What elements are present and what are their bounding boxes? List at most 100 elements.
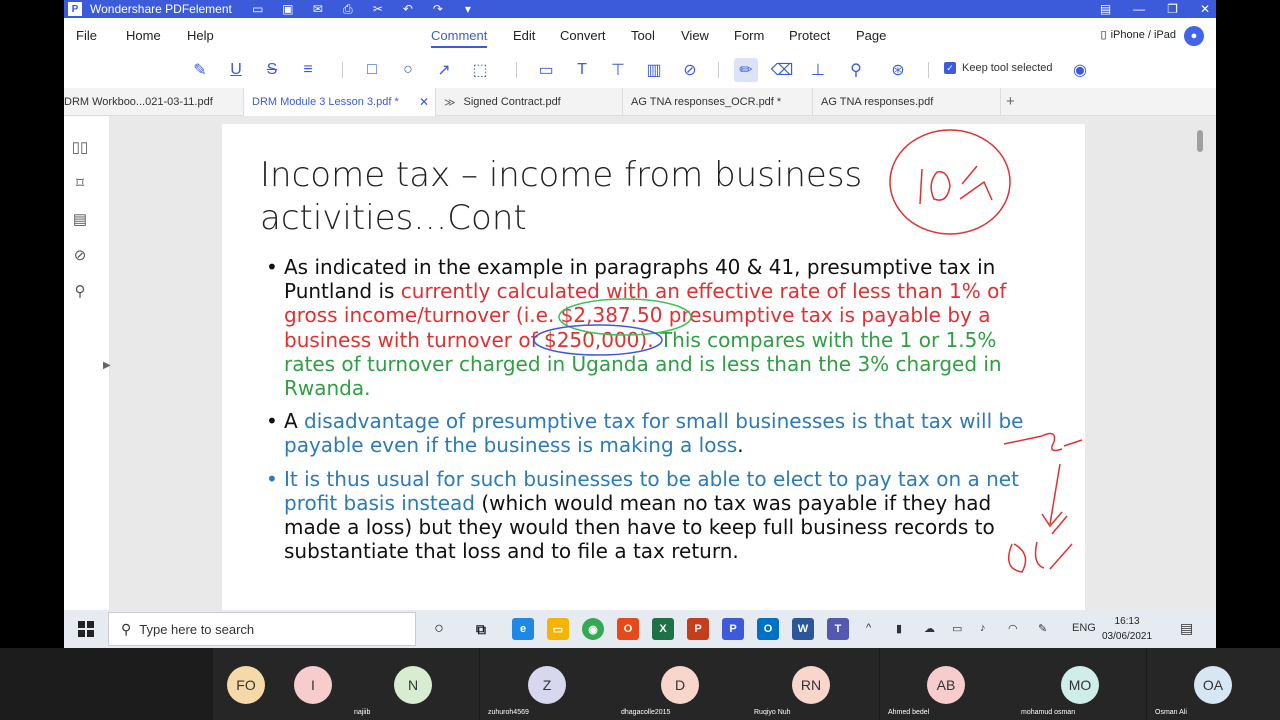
participant-tile[interactable]: MO mohamud osman xyxy=(1013,648,1146,720)
highlight-icon[interactable]: ✎ xyxy=(188,58,212,82)
participant-tile[interactable]: OA Osman Ali xyxy=(1147,648,1280,720)
wifi-icon[interactable]: ◠ xyxy=(1008,622,1018,635)
text-box-icon[interactable]: ⊤ xyxy=(606,58,630,82)
menu-form[interactable]: Form xyxy=(734,28,764,43)
language-indicator[interactable]: ENG xyxy=(1072,622,1096,634)
underline-icon[interactable]: U xyxy=(224,58,248,82)
eraser-icon[interactable]: ⌫ xyxy=(770,58,794,82)
participant-avatar: N xyxy=(394,666,432,704)
menu-page[interactable]: Page xyxy=(856,28,886,43)
stamp-icon[interactable]: ⊥ xyxy=(806,58,830,82)
minimize-icon[interactable]: — xyxy=(1133,2,1145,16)
close-tab-icon[interactable]: ✕ xyxy=(419,95,429,109)
edge-icon[interactable]: e xyxy=(512,618,534,640)
cloud-icon[interactable]: ☁ xyxy=(924,622,935,635)
taskbar-search-box[interactable]: ⚲ Type here to search xyxy=(108,612,416,646)
rectangle-icon[interactable]: □ xyxy=(360,58,384,82)
menu-comment[interactable]: Comment xyxy=(431,28,488,48)
print-icon[interactable]: ⎙ xyxy=(340,2,356,17)
circle-icon[interactable]: ○ xyxy=(396,58,420,82)
windows-logo-icon xyxy=(78,621,94,637)
participant-tile[interactable]: N najiib xyxy=(346,648,479,720)
participant-name: Osman Ali xyxy=(1155,709,1187,716)
text-icon[interactable]: T xyxy=(570,58,594,82)
undo-icon[interactable]: ↶ xyxy=(400,2,416,17)
show-hidden-icons-icon[interactable]: ^ xyxy=(866,622,871,634)
menu-help[interactable]: Help xyxy=(187,28,214,43)
pen-icon[interactable]: ✎ xyxy=(1038,622,1047,635)
feedback-icon[interactable]: ▤ xyxy=(1100,2,1111,16)
menu-edit[interactable]: Edit xyxy=(513,28,535,43)
tab-ag-tna-ocr[interactable]: AG TNA responses_OCR.pdf * xyxy=(623,88,813,116)
participant-tile[interactable]: D dhagacolle2015 xyxy=(613,648,746,720)
quick-access-toolbar: ▭ ▣ ✉ ⎙ ✂ ↶ ↷ ▾ xyxy=(250,2,476,17)
volume-icon[interactable]: ♪ xyxy=(980,622,986,634)
pdfelement-window: P Wondershare PDFelement ▭ ▣ ✉ ⎙ ✂ ↶ ↷ ▾… xyxy=(64,0,1216,648)
expand-panel-icon[interactable]: ▶ xyxy=(103,360,111,371)
tab-signed-contract[interactable]: ≫ Signed Contract.pdf xyxy=(436,88,623,116)
menu-file[interactable]: File xyxy=(76,28,97,43)
restore-icon[interactable]: ❐ xyxy=(1167,2,1178,16)
outlook-icon[interactable]: O xyxy=(757,618,779,640)
close-icon[interactable]: ✕ xyxy=(1200,2,1210,16)
menu-home[interactable]: Home xyxy=(126,28,161,43)
sticky-note-icon[interactable]: ▭ xyxy=(534,58,558,82)
document-tabs: DRM Workboo...021-03-11.pdf DRM Module 3… xyxy=(64,88,1216,116)
search-icon[interactable]: ⚲ xyxy=(70,282,90,302)
keep-tool-selected-checkbox[interactable]: ✓ Keep tool selected xyxy=(944,62,1053,74)
powerpoint-icon[interactable]: P xyxy=(687,618,709,640)
scissors-icon[interactable]: ✂ xyxy=(370,2,386,17)
text-align-icon[interactable]: ≡ xyxy=(296,58,320,82)
participant-name: Ruqiyo Nuh xyxy=(754,709,791,716)
pdfelement-taskbar-icon[interactable]: P xyxy=(722,618,744,640)
open-folder-icon[interactable]: ▭ xyxy=(250,2,266,17)
user-avatar-icon[interactable]: ● xyxy=(1184,26,1204,46)
checkbox-checked-icon[interactable]: ✓ xyxy=(944,62,956,74)
menu-convert[interactable]: Convert xyxy=(560,28,606,43)
comment-hide-icon[interactable]: ⊛ xyxy=(886,58,910,82)
menu-protect[interactable]: Protect xyxy=(789,28,830,43)
participant-tile[interactable]: Z zuhuroh4569 xyxy=(480,648,613,720)
battery-icon[interactable]: ▭ xyxy=(952,622,962,635)
system-clock[interactable]: 16:13 03/06/2021 xyxy=(1102,614,1152,644)
email-icon[interactable]: ✉ xyxy=(310,2,326,17)
vertical-scrollbar[interactable] xyxy=(1197,130,1203,152)
iphone-ipad-button[interactable]: ▯ iPhone / iPad xyxy=(1101,28,1177,42)
arrow-icon[interactable]: ↗ xyxy=(432,58,456,82)
notification-icon[interactable]: ▤ xyxy=(1180,620,1193,637)
ink-arrow-down xyxy=(1041,463,1063,528)
strikethrough-icon[interactable]: S xyxy=(260,58,284,82)
tab-drm-workbook[interactable]: DRM Workboo...021-03-11.pdf xyxy=(64,88,244,116)
word-icon[interactable]: W xyxy=(792,618,814,640)
new-tab-icon[interactable]: + xyxy=(1006,93,1015,110)
excel-icon[interactable]: X xyxy=(652,618,674,640)
teams-icon[interactable]: T xyxy=(827,618,849,640)
menu-view[interactable]: View xyxy=(681,28,709,43)
signature-icon[interactable]: ⚲ xyxy=(844,58,868,82)
participant-name: najiib xyxy=(354,709,371,716)
task-view-icon[interactable]: ⧉ xyxy=(470,618,492,640)
chrome-icon[interactable]: ◉ xyxy=(582,618,604,640)
thumbnails-icon[interactable]: ▯▯ xyxy=(70,138,90,158)
eye-icon[interactable]: ◉ xyxy=(1068,58,1092,82)
save-icon[interactable]: ▣ xyxy=(280,2,296,17)
shapes-icon[interactable]: ⬚ xyxy=(468,58,492,82)
pencil-icon[interactable]: ✏ xyxy=(734,58,758,82)
menu-tool[interactable]: Tool xyxy=(631,28,655,43)
comments-icon[interactable]: ▤ xyxy=(70,210,90,230)
office-icon[interactable]: O xyxy=(617,618,639,640)
participant-tile[interactable]: AB Ahmed bedel xyxy=(880,648,1013,720)
cortana-icon[interactable]: ○ xyxy=(428,618,450,640)
dropdown-arrow-icon[interactable]: ▾ xyxy=(460,2,476,17)
attachment-icon[interactable]: ⊘ xyxy=(70,246,90,266)
usb-icon[interactable]: ▮ xyxy=(896,622,902,635)
redo-icon[interactable]: ↷ xyxy=(430,2,446,17)
participant-tile[interactable]: RN Ruqiyo Nuh xyxy=(746,648,879,720)
bookmark-icon[interactable]: ⌑ xyxy=(70,174,90,194)
tab-ag-tna[interactable]: AG TNA responses.pdf xyxy=(813,88,1001,116)
callout-icon[interactable]: ▥ xyxy=(642,58,666,82)
tab-drm-module-3[interactable]: DRM Module 3 Lesson 3.pdf * ✕ xyxy=(244,88,436,116)
attachment-icon[interactable]: ⊘ xyxy=(678,58,702,82)
start-button[interactable] xyxy=(64,610,108,648)
file-explorer-icon[interactable]: ▭ xyxy=(547,618,569,640)
